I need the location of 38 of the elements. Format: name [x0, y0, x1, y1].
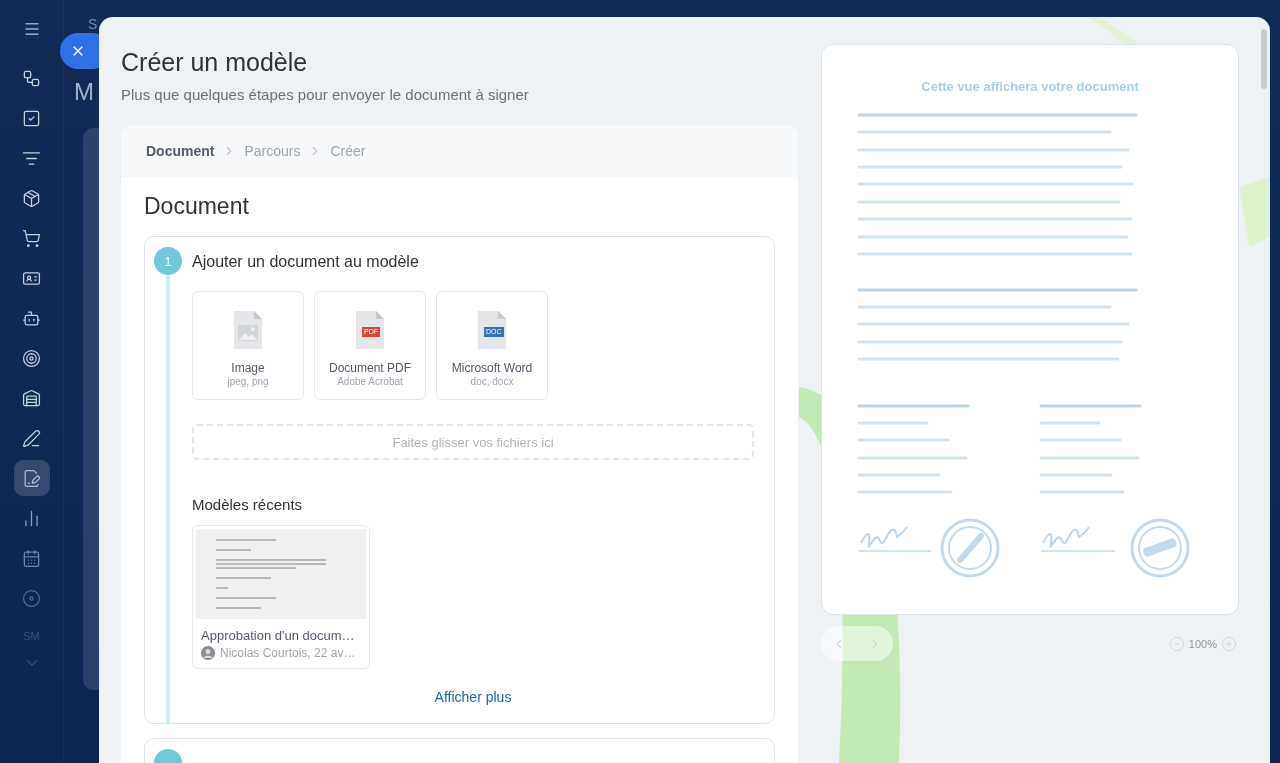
step-number: 1 [154, 247, 182, 275]
scrollbar-thumb[interactable] [1261, 29, 1267, 89]
pen-icon [22, 428, 41, 448]
target-icon [22, 348, 41, 368]
page-heading: S [88, 16, 98, 32]
avatar-icon [201, 646, 215, 660]
sidebar-item[interactable] [13, 460, 50, 496]
cart-icon [22, 228, 41, 248]
calendar-icon [22, 548, 41, 568]
warehouse-icon [22, 388, 41, 408]
section-title: Document [144, 193, 250, 220]
recent-title: Modèles récents [192, 496, 304, 513]
template-card[interactable]: Approbation d'un docum… Nicolas Courtois, 22 av… [192, 525, 370, 669]
step-title: Ajouter un document au modèle [192, 253, 420, 271]
file-type-title: Image [231, 361, 265, 375]
file-type-formats: doc, docx [470, 376, 514, 387]
preview-title: Cette vue affichera votre document [921, 79, 1139, 94]
file-type-title: Document PDF [329, 361, 411, 375]
breadcrumb-item[interactable]: Document [146, 143, 215, 159]
zoom-level: 100% [1188, 637, 1217, 650]
checkbox-icon [22, 108, 41, 128]
show-more-link[interactable]: Afficher plus [434, 689, 512, 705]
modal-subtitle: Plus que quelques étapes pour envoyer le document à signer [121, 86, 530, 103]
image-file-icon [231, 310, 265, 350]
file-type-title: Microsoft Word [451, 361, 533, 375]
bar-chart-icon [22, 508, 41, 528]
file-type-formats: jpeg, png [227, 376, 269, 387]
disc-icon [22, 588, 41, 608]
template-author: Nicolas Courtois, 22 av… [220, 646, 356, 660]
file-type-formats: Adobe Acrobat [337, 376, 403, 387]
file-type-tile[interactable]: Image jpeg, png [192, 291, 304, 400]
page-title: M [74, 78, 94, 106]
signed-document-icon [22, 468, 41, 488]
menu-icon[interactable] [22, 20, 41, 38]
template-name: Approbation d'un docum… [201, 628, 356, 643]
package-icon [22, 188, 41, 208]
modal-title: Créer un modèle [121, 48, 309, 77]
workflow-icon [22, 68, 41, 88]
